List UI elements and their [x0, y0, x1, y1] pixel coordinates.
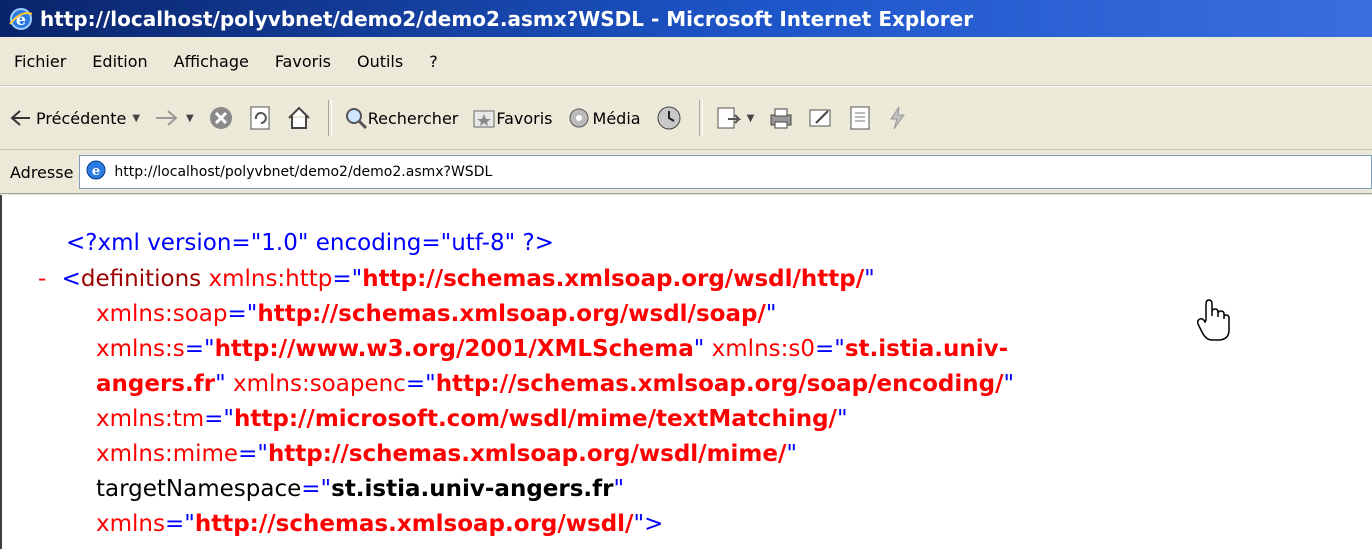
- xml-line-definitions: - <definitions xmlns:http="http://schema…: [38, 266, 875, 292]
- svg-text:e: e: [92, 164, 100, 179]
- discuss-button[interactable]: [848, 105, 872, 131]
- mail-icon: [715, 105, 741, 131]
- media-button[interactable]: Média: [567, 106, 641, 130]
- toolbar-separator: [327, 100, 332, 136]
- menu-favoris[interactable]: Favoris: [275, 52, 331, 71]
- tag-name: definitions: [80, 266, 202, 292]
- xml-declaration: <?xml version="1.0" encoding="utf-8" ?>: [66, 230, 554, 256]
- ie-logo-icon: e: [8, 6, 34, 32]
- xml-line-xmlns: xmlns="http://schemas.xmlsoap.org/wsdl/"…: [96, 511, 664, 537]
- favorites-label: Favoris: [496, 108, 553, 128]
- address-label: Adresse: [10, 162, 74, 182]
- xml-line-tm: xmlns:tm="http://microsoft.com/wsdl/mime…: [96, 406, 848, 432]
- messenger-button[interactable]: [886, 105, 908, 131]
- toolbar: Précédente ▼ ▼ Rechercher Favoris Média …: [0, 86, 1372, 150]
- address-input[interactable]: e http://localhost/polyvbnet/demo2/demo2…: [79, 155, 1372, 189]
- xml-line-mime: xmlns:mime="http://schemas.xmlsoap.org/w…: [96, 441, 797, 467]
- mail-dropdown-icon[interactable]: ▼: [747, 113, 755, 124]
- media-icon: [567, 106, 593, 130]
- toolbar-separator: [698, 100, 703, 136]
- menu-edition[interactable]: Edition: [92, 52, 147, 71]
- back-arrow-icon: [10, 109, 32, 127]
- address-url: http://localhost/polyvbnet/demo2/demo2.a…: [114, 164, 493, 180]
- menu-help[interactable]: ?: [429, 52, 438, 71]
- xml-line-targetnamespace: targetNamespace="st.istia.univ-angers.fr…: [96, 476, 625, 502]
- xml-document-view: <?xml version="1.0" encoding="utf-8" ?> …: [0, 195, 1372, 549]
- search-icon: [344, 106, 368, 130]
- xml-line-soap: xmlns:soap="http://schemas.xmlsoap.org/w…: [96, 301, 777, 327]
- mail-button[interactable]: ▼: [715, 105, 755, 131]
- history-icon: [655, 104, 683, 132]
- refresh-icon: [248, 105, 272, 131]
- menu-bar: Fichier Edition Affichage Favoris Outils…: [0, 37, 1372, 86]
- xml-line-schema: xmlns:s="http://www.w3.org/2001/XMLSchem…: [96, 336, 1009, 362]
- edit-icon: [808, 106, 834, 130]
- window-title: http://localhost/polyvbnet/demo2/demo2.a…: [40, 6, 974, 31]
- forward-dropdown-icon[interactable]: ▼: [186, 113, 194, 124]
- edit-button[interactable]: [808, 106, 834, 130]
- back-dropdown-icon[interactable]: ▼: [132, 113, 140, 124]
- forward-arrow-icon: [154, 109, 180, 127]
- lightning-icon: [886, 105, 908, 131]
- history-button[interactable]: [655, 104, 683, 132]
- back-button[interactable]: Précédente ▼: [10, 109, 140, 128]
- back-label: Précédente: [36, 108, 127, 128]
- refresh-button[interactable]: [248, 105, 272, 131]
- discuss-icon: [848, 105, 872, 131]
- stop-icon: [208, 105, 234, 131]
- stop-button[interactable]: [208, 105, 234, 131]
- search-label: Rechercher: [367, 108, 459, 128]
- window-titlebar: e http://localhost/polyvbnet/demo2/demo2…: [0, 0, 1372, 37]
- print-icon: [768, 106, 794, 130]
- collapse-toggle[interactable]: -: [38, 266, 46, 292]
- home-icon: [286, 105, 312, 131]
- favorites-icon: [472, 107, 496, 129]
- menu-outils[interactable]: Outils: [357, 52, 403, 71]
- tag-bracket: <: [61, 266, 81, 292]
- xml-line-soapenc: angers.fr" xmlns:soapenc="http://schemas…: [96, 371, 1015, 397]
- print-button[interactable]: [768, 106, 794, 130]
- address-bar: Adresse e http://localhost/polyvbnet/dem…: [0, 151, 1372, 194]
- media-label: Média: [592, 108, 641, 128]
- page-icon: e: [84, 158, 108, 186]
- favorites-button[interactable]: Favoris: [472, 107, 553, 129]
- home-button[interactable]: [286, 105, 312, 131]
- menu-affichage[interactable]: Affichage: [174, 52, 249, 71]
- search-button[interactable]: Rechercher: [344, 106, 459, 130]
- forward-button[interactable]: ▼: [154, 109, 194, 127]
- hand-cursor-icon: [1196, 298, 1230, 346]
- menu-fichier[interactable]: Fichier: [14, 52, 66, 71]
